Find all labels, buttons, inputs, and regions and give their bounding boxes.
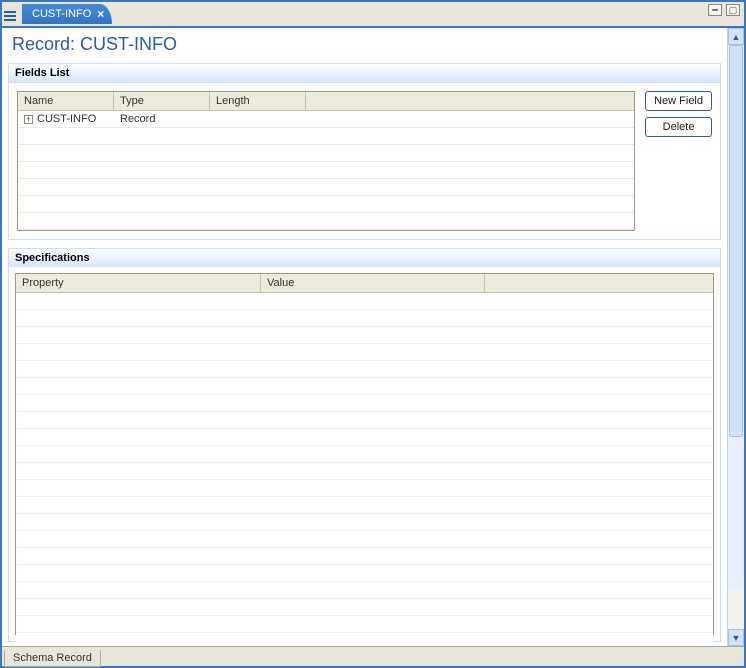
fields-grid-body: +CUST-INFORecord [18,111,634,230]
table-row [16,565,713,582]
specifications-section: Specifications Property Value [8,248,721,642]
cell-length [210,111,306,127]
scroll-up-icon[interactable]: ▲ [728,28,744,45]
col-name[interactable]: Name [18,92,114,110]
specs-grid-header: Property Value [16,274,713,293]
scroll-down-icon[interactable]: ▼ [728,629,744,646]
delete-button[interactable]: Delete [645,117,712,137]
window-controls: ━ ▢ [708,4,740,16]
tab-title: CUST-INFO [32,8,91,20]
fields-list-section: Fields List Name Type Length +CUST-INFOR… [8,63,721,240]
specifications-header: Specifications [8,248,721,267]
table-row [16,480,713,497]
expand-icon[interactable]: + [24,115,33,124]
specs-grid[interactable]: Property Value [15,273,714,635]
table-row [18,128,634,145]
fields-grid[interactable]: Name Type Length +CUST-INFORecord [17,91,635,231]
table-row [16,497,713,514]
maximize-button[interactable]: ▢ [726,4,740,16]
vertical-scrollbar[interactable]: ▲ ▼ [727,28,744,646]
table-row [16,514,713,531]
new-field-button[interactable]: New Field [645,91,712,111]
fields-buttons: New Field Delete [645,91,712,231]
scroll-gap [728,589,744,629]
cell-type: Record [114,111,210,127]
content-inner: Record: CUST-INFO Fields List Name Type … [2,28,727,646]
table-row [18,162,634,179]
table-row [16,531,713,548]
table-row [16,412,713,429]
table-row [16,378,713,395]
table-row [16,446,713,463]
table-row [18,213,634,230]
fields-list-header: Fields List [8,63,721,82]
col-type[interactable]: Type [114,92,210,110]
close-icon[interactable]: × [97,7,104,21]
table-row [16,293,713,310]
cell-name: +CUST-INFO [18,111,114,127]
scroll-thumb[interactable] [729,45,743,437]
hamburger-menu-icon[interactable] [4,8,20,24]
bottom-tabstrip: Schema Record [2,646,744,666]
table-row [16,463,713,480]
table-row [16,361,713,378]
table-row [18,145,634,162]
table-row [16,582,713,599]
col-spec-extra[interactable] [485,274,713,292]
table-row [16,633,713,646]
scroll-track[interactable] [728,45,744,589]
table-row[interactable]: +CUST-INFORecord [18,111,634,128]
col-extra[interactable] [306,92,634,110]
page-title: Record: CUST-INFO [2,28,727,59]
minimize-button[interactable]: ━ [708,4,722,16]
cell-extra [306,111,634,127]
content-area: Record: CUST-INFO Fields List Name Type … [2,26,744,646]
table-row [18,179,634,196]
col-length[interactable]: Length [210,92,306,110]
fields-grid-header: Name Type Length [18,92,634,111]
table-row [16,310,713,327]
table-row [16,429,713,446]
table-row [16,344,713,361]
table-row [16,599,713,616]
table-row [16,327,713,344]
app-window: CUST-INFO × ━ ▢ Record: CUST-INFO Fields… [0,0,746,668]
editor-tab-cust-info[interactable]: CUST-INFO × [22,4,112,24]
col-value[interactable]: Value [261,274,485,292]
table-row [16,548,713,565]
table-row [16,395,713,412]
table-row [16,616,713,633]
specs-grid-body [16,293,713,646]
col-property[interactable]: Property [16,274,261,292]
tab-schema-record[interactable]: Schema Record [4,650,101,667]
table-row [18,196,634,213]
top-tabstrip: CUST-INFO × ━ ▢ [2,2,744,24]
